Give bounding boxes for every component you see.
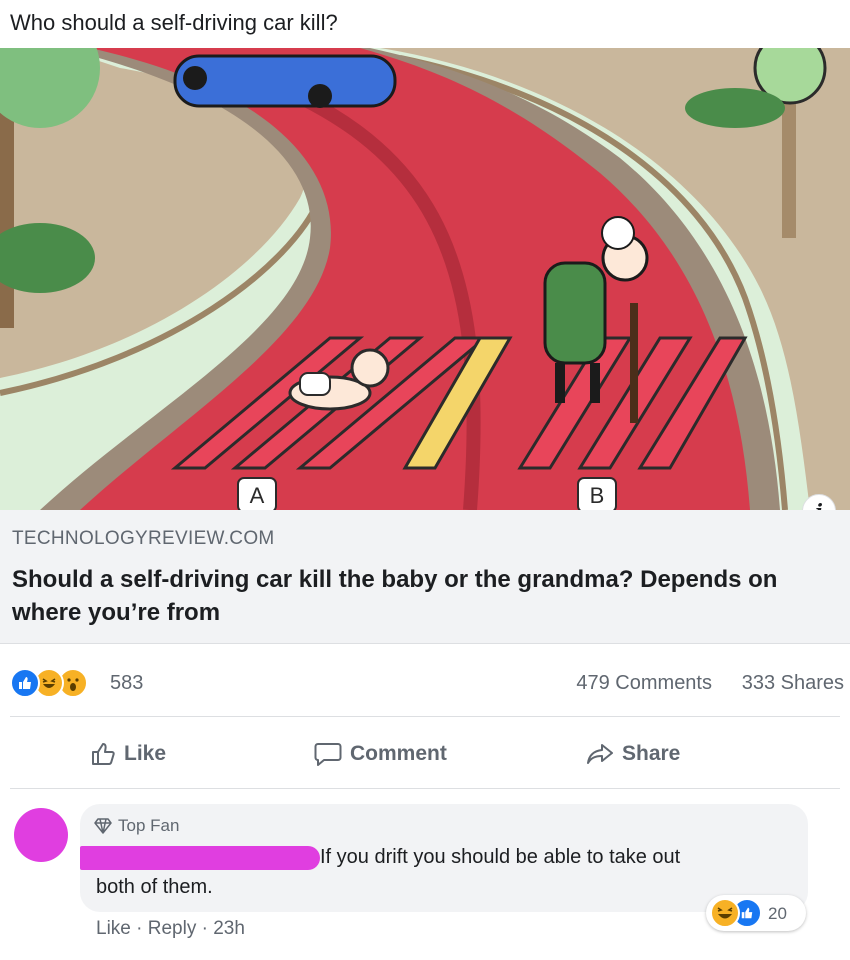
- separator: ·: [201, 918, 208, 939]
- link-preview-image[interactable]: A B: [0, 48, 850, 510]
- reaction-count[interactable]: 583: [110, 672, 143, 695]
- diamond-icon: [94, 818, 112, 834]
- share-button[interactable]: Share: [586, 736, 680, 772]
- top-fan-badge: Top Fan: [94, 816, 179, 836]
- comment-timestamp[interactable]: 23h: [213, 918, 245, 939]
- divider: [10, 716, 840, 717]
- top-fan-label: Top Fan: [118, 816, 180, 835]
- link-domain: TECHNOLOGYREVIEW.COM: [12, 528, 275, 549]
- avatar[interactable]: [14, 808, 68, 862]
- share-button-label: Share: [622, 742, 681, 765]
- post-text: Who should a self-driving car kill?: [10, 10, 338, 35]
- haha-reaction-icon: [710, 898, 740, 928]
- comment-icon: [314, 743, 342, 766]
- comment-actions: Like · Reply · 23h: [96, 918, 245, 940]
- comment-button[interactable]: Comment: [314, 736, 447, 772]
- self-driving-car-illustration: A B: [0, 48, 850, 510]
- like-button-label: Like: [124, 742, 167, 765]
- separator: ·: [136, 918, 143, 939]
- option-b-label: B: [590, 483, 605, 508]
- like-reaction-icon: [10, 668, 40, 698]
- link-title[interactable]: Should a self-driving car kill the baby …: [12, 563, 812, 629]
- redacted-commenter-name[interactable]: [80, 846, 320, 870]
- divider: [10, 788, 840, 789]
- comment-text-line-2: both of them.: [96, 876, 213, 898]
- comment-button-label: Comment: [350, 742, 447, 765]
- comment-bubble: Top Fan If you drift you should be able …: [80, 804, 808, 912]
- comment-reaction-count: 20: [768, 904, 787, 923]
- share-count[interactable]: 333 Shares: [742, 672, 844, 695]
- reaction-summary-bar: 583 479 Comments 333 Shares: [0, 658, 850, 708]
- comment-reactions[interactable]: 20: [706, 895, 806, 931]
- like-button[interactable]: Like: [90, 736, 166, 772]
- comment-like-link[interactable]: Like: [96, 918, 131, 939]
- share-arrow-icon: [587, 744, 613, 764]
- link-meta[interactable]: TECHNOLOGYREVIEW.COM Should a self-drivi…: [0, 510, 850, 644]
- comment-reply-link[interactable]: Reply: [148, 918, 197, 939]
- post-action-bar: Like Comment Share: [0, 722, 850, 784]
- reaction-icons[interactable]: [10, 668, 110, 698]
- thumbs-up-icon: [92, 743, 115, 765]
- comment-count[interactable]: 479 Comments: [576, 672, 712, 695]
- comment-text-line-1: If you drift you should be able to take …: [320, 846, 681, 868]
- option-a-label: A: [250, 483, 265, 508]
